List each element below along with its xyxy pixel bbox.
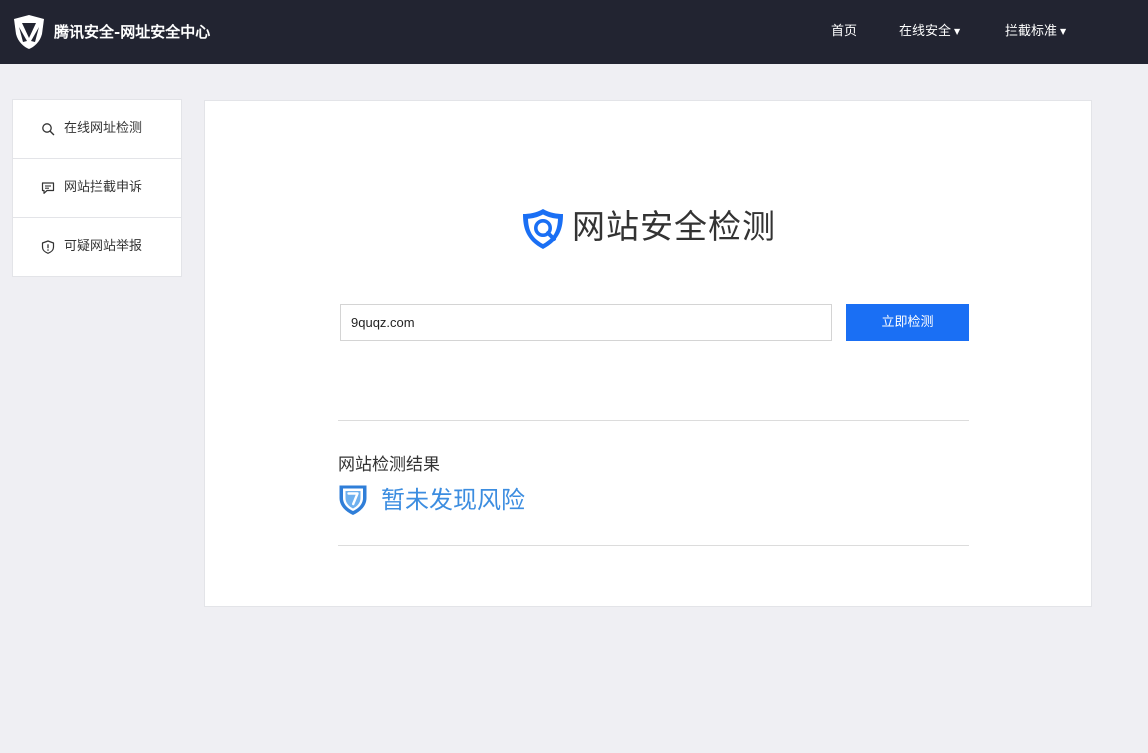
sidebar-item-block-appeal[interactable]: 网站拦截申诉 [13,159,181,218]
tencent-security-logo[interactable] [12,14,46,50]
top-navbar: 腾讯安全-网址安全中心 首页 在线安全 ▼ 拦截标准 ▼ [0,0,1148,64]
result-status: 暂未发现风险 [381,486,525,514]
sidebar-item-url-check[interactable]: 在线网址检测 [13,100,181,159]
site-brand-title[interactable]: 腾讯安全-网址安全中心 [54,21,210,43]
shield-search-logo-icon [523,209,563,249]
main-panel: 网站安全检测 立即检测 网站检测结果 暂未发现风险 [204,100,1092,607]
message-icon [41,182,55,194]
nav-home-label: 首页 [831,24,858,39]
divider [338,545,969,546]
page-title: 网站安全检测 [572,207,776,246]
nav-online-security-label: 在线安全 [899,24,952,39]
check-now-button[interactable]: 立即检测 [846,304,969,341]
caret-down-icon: ▼ [1060,27,1067,36]
sidebar-item-label: 可疑网站举报 [64,239,143,254]
url-input[interactable] [340,304,832,341]
caret-down-icon: ▼ [954,27,961,36]
sidebar-item-label: 在线网址检测 [64,121,143,136]
search-icon [42,123,55,136]
shield-check-icon [339,485,367,515]
nav-home[interactable]: 首页 [831,22,857,42]
nav-block-standards-label: 拦截标准 [1005,24,1058,39]
sidebar-item-label: 网站拦截申诉 [64,180,143,195]
nav-online-security[interactable]: 在线安全 ▼ [899,22,960,42]
shield-alert-icon [41,240,55,254]
divider [338,420,969,421]
sidebar: 在线网址检测 网站拦截申诉 可疑网站举报 [12,99,182,277]
result-label: 网站检测结果 [338,455,440,475]
nav-block-standards[interactable]: 拦截标准 ▼ [1005,22,1066,42]
sidebar-item-report-suspicious[interactable]: 可疑网站举报 [13,218,181,277]
